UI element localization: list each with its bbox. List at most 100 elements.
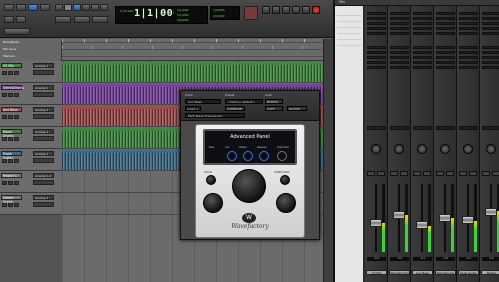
lr-knob-icon[interactable] xyxy=(227,151,237,161)
pan-knob[interactable] xyxy=(394,144,404,154)
lcd-attack[interactable]: Attack xyxy=(239,146,247,149)
insert-selector[interactable]: Insert 1 xyxy=(185,106,201,111)
insert-slot[interactable] xyxy=(367,27,386,30)
selector-tool-icon[interactable] xyxy=(73,4,81,11)
solo-button[interactable] xyxy=(482,171,490,176)
send-slot[interactable] xyxy=(367,46,386,49)
insert-slot[interactable] xyxy=(459,27,478,30)
send-slot[interactable] xyxy=(390,56,409,59)
send-slot[interactable] xyxy=(367,66,386,69)
track-input[interactable]: Analog 1 xyxy=(33,85,54,90)
mute-button[interactable] xyxy=(14,137,19,141)
send-slot[interactable] xyxy=(390,61,409,64)
track-output[interactable] xyxy=(33,70,54,75)
track-name[interactable]: Master 1 xyxy=(1,173,22,178)
send-slot[interactable] xyxy=(413,46,432,49)
send-slot[interactable] xyxy=(413,61,432,64)
solo-button[interactable] xyxy=(8,159,13,163)
io-selector[interactable] xyxy=(436,126,455,130)
insert-slot[interactable] xyxy=(459,22,478,25)
solo-button[interactable] xyxy=(8,115,13,119)
return-to-zero-icon[interactable] xyxy=(262,6,270,14)
io-selector[interactable] xyxy=(459,126,478,130)
shuffle-mode-button[interactable] xyxy=(4,4,14,11)
volume-fader[interactable] xyxy=(462,216,474,224)
insert-slot[interactable] xyxy=(436,22,455,25)
io-selector[interactable] xyxy=(367,126,386,130)
track-input[interactable]: Analog 1 xyxy=(33,195,54,200)
attack-knob-icon[interactable] xyxy=(243,151,253,161)
audio-clip[interactable] xyxy=(62,62,333,82)
send-slot[interactable] xyxy=(390,46,409,49)
track-header[interactable]: StereoDrums Analog 1 xyxy=(0,83,62,105)
track-name[interactable]: Room Drums xyxy=(1,129,22,138)
solo-button[interactable] xyxy=(8,181,13,185)
zoom-out-button[interactable] xyxy=(4,16,14,23)
edit-window-menu-button[interactable] xyxy=(4,28,30,35)
compare-button[interactable]: COMPARE xyxy=(225,106,245,111)
insert-slot[interactable] xyxy=(390,27,409,30)
send-slot[interactable] xyxy=(482,66,499,69)
track-name[interactable]: V2 Mix xyxy=(1,63,22,68)
plugin-window[interactable]: Track Preset Auto Aux Bass <factory defa… xyxy=(180,90,320,240)
sidechain-knob[interactable] xyxy=(280,175,290,185)
solo-button[interactable] xyxy=(8,93,13,97)
send-slot[interactable] xyxy=(482,46,499,49)
send-slot[interactable] xyxy=(482,61,499,64)
advanced-panel-display[interactable]: Advanced Panel Bias L-R Attack Release S… xyxy=(203,129,297,165)
channel-name[interactable]: Master xyxy=(481,270,499,275)
insert-slot[interactable] xyxy=(390,12,409,15)
insert-slot[interactable] xyxy=(413,32,432,35)
pan-knob[interactable] xyxy=(486,144,496,154)
record-enable-button[interactable] xyxy=(2,203,7,207)
release-knob-icon[interactable] xyxy=(259,151,269,161)
bars-ruler[interactable] xyxy=(62,39,333,43)
mute-button[interactable] xyxy=(423,171,431,176)
pencil-tool-icon[interactable] xyxy=(100,4,108,11)
insert-slot[interactable] xyxy=(482,27,499,30)
send-slot[interactable] xyxy=(390,66,409,69)
volume-fader[interactable] xyxy=(416,221,428,229)
track-name[interactable]: Aux Bass xyxy=(1,107,22,112)
pan-knob[interactable] xyxy=(371,144,381,154)
track-input[interactable]: Analog 1 xyxy=(33,107,54,112)
insert-slot[interactable] xyxy=(413,12,432,15)
track-header[interactable]: Room Drums Analog 1 xyxy=(0,127,62,149)
grid-mode-button[interactable] xyxy=(40,4,50,11)
record-enable-button[interactable] xyxy=(2,115,7,119)
record-enable-button[interactable] xyxy=(2,137,7,141)
vertical-scrollbar[interactable] xyxy=(323,39,333,282)
insert-slot[interactable] xyxy=(436,27,455,30)
track-input[interactable]: Analog 1 xyxy=(33,129,54,134)
insert-slot[interactable] xyxy=(390,22,409,25)
channel-name[interactable]: V2 Mix xyxy=(366,270,387,275)
mute-button[interactable] xyxy=(492,171,499,176)
hold-knob[interactable] xyxy=(206,175,216,185)
solo-button[interactable] xyxy=(367,171,375,176)
io-selector[interactable] xyxy=(413,126,432,130)
timeline-rulers[interactable] xyxy=(62,39,333,61)
send-slot[interactable] xyxy=(436,61,455,64)
track-color-button[interactable] xyxy=(244,6,258,20)
insert-slot[interactable] xyxy=(367,12,386,15)
track-input[interactable]: Analog 1-2 xyxy=(33,173,54,178)
mirror-midi-button[interactable] xyxy=(92,16,108,23)
send-slot[interactable] xyxy=(367,51,386,54)
solo-button[interactable] xyxy=(413,171,421,176)
mute-button[interactable] xyxy=(14,181,19,185)
send-slot[interactable] xyxy=(459,56,478,59)
insert-slot[interactable] xyxy=(482,32,499,35)
insert-slot[interactable] xyxy=(482,22,499,25)
solo-button[interactable] xyxy=(436,171,444,176)
insert-slot[interactable] xyxy=(459,17,478,20)
insert-slot[interactable] xyxy=(436,32,455,35)
track-name[interactable]: Pumk Guitar xyxy=(1,151,22,160)
lcd-sidechain[interactable]: Sidechain xyxy=(277,146,289,149)
volume-fader[interactable] xyxy=(485,208,497,216)
insert-slot[interactable] xyxy=(367,22,386,25)
track-name[interactable]: Comm Scene xyxy=(1,195,22,204)
slip-mode-button[interactable] xyxy=(16,4,26,11)
mute-button[interactable] xyxy=(14,93,19,97)
sidechain-knob-icon[interactable] xyxy=(277,151,287,161)
track-lane[interactable] xyxy=(62,61,333,83)
